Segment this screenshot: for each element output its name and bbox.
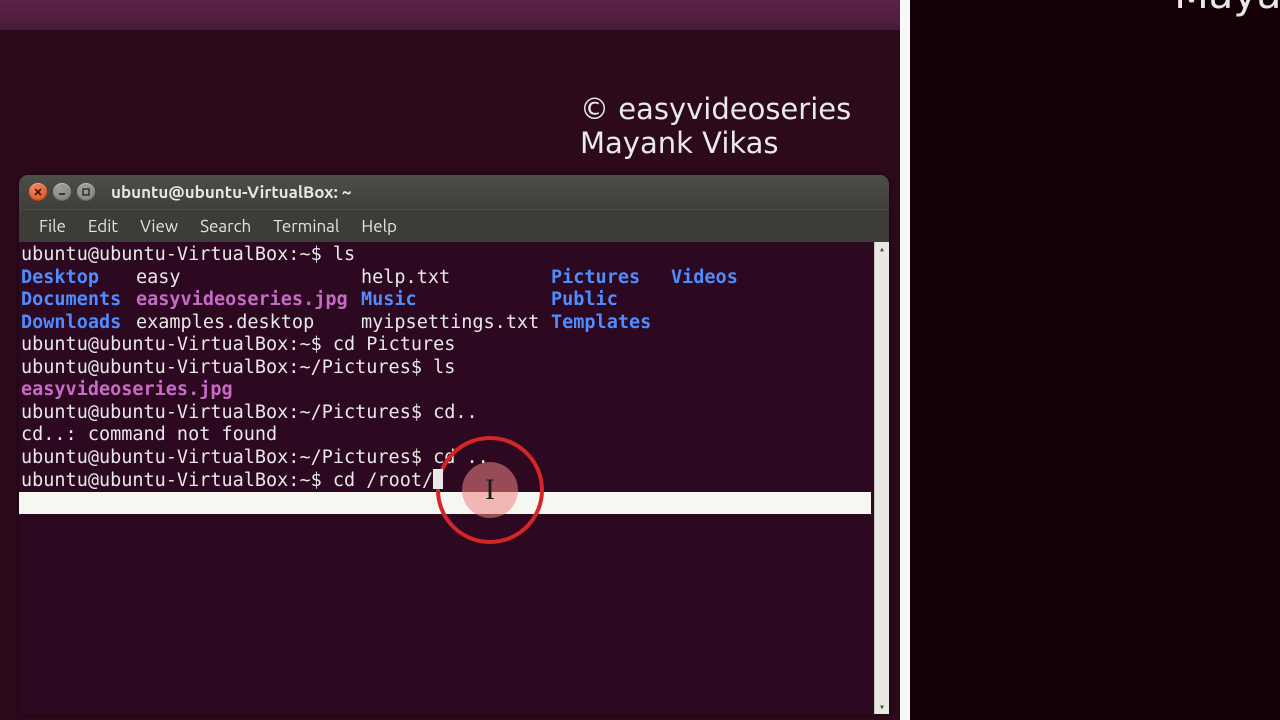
terminal-body[interactable]: ubuntu@ubuntu-VirtualBox:~$ lsDesktopeas… bbox=[19, 242, 874, 714]
terminal-line: ubuntu@ubuntu-VirtualBox:~/Pictures$ cd.… bbox=[21, 402, 872, 425]
terminal-text: Public bbox=[551, 289, 618, 310]
ls-cell: Templates bbox=[551, 312, 671, 335]
terminal-text: ls bbox=[433, 357, 455, 378]
ls-cell: Downloads bbox=[21, 312, 136, 335]
menu-edit[interactable]: Edit bbox=[78, 214, 128, 239]
terminal-text: Pictures bbox=[551, 267, 640, 288]
close-icon[interactable] bbox=[29, 183, 47, 201]
maximize-icon[interactable] bbox=[77, 183, 95, 201]
terminal-text: ubuntu@ubuntu-VirtualBox:~$ bbox=[21, 470, 333, 491]
selection-highlight bbox=[19, 492, 871, 514]
terminal-text: Downloads bbox=[21, 312, 121, 333]
terminal-text: ls bbox=[333, 244, 355, 265]
right-overflow-text: Mayank V bbox=[1174, 0, 1280, 18]
top-accent-bar bbox=[0, 0, 900, 30]
terminal-line: Downloads examples.desktop myipsettings.tx… bbox=[21, 312, 872, 335]
titlebar[interactable]: ubuntu@ubuntu-VirtualBox: ~ bbox=[19, 175, 889, 209]
terminal-line: Documents easyvideoseries.jpg Music Public bbox=[21, 289, 872, 312]
terminal-line: cd..: command not found bbox=[21, 424, 872, 447]
terminal-text: ubuntu@ubuntu-VirtualBox:~$ bbox=[21, 334, 333, 355]
desktop-background: Mayank V © easyvideoseries Mayank Vikas … bbox=[0, 0, 1280, 720]
terminal-text: easyvideoseries.jpg bbox=[21, 379, 233, 400]
ls-cell: Documents bbox=[21, 289, 136, 312]
menu-terminal[interactable]: Terminal bbox=[263, 214, 349, 239]
terminal-text: cd /root/ bbox=[333, 470, 433, 491]
terminal-line: Desktop easy help.txt Pictures Videos bbox=[21, 267, 872, 290]
scrollbar[interactable]: ▴ ▾ bbox=[874, 242, 889, 714]
menu-file[interactable]: File bbox=[29, 214, 76, 239]
terminal-text: cd.. bbox=[433, 402, 478, 423]
menu-help[interactable]: Help bbox=[351, 214, 407, 239]
terminal-text: easyvideoseries.jpg bbox=[136, 289, 348, 310]
terminal-line: ubuntu@ubuntu-VirtualBox:~$ cd Pictures bbox=[21, 334, 872, 357]
terminal-text: help.txt bbox=[361, 267, 450, 288]
terminal-text: Documents bbox=[21, 289, 121, 310]
credit-line-1: © easyvideoseries bbox=[580, 92, 851, 126]
ls-cell: help.txt bbox=[361, 267, 551, 290]
ls-cell: Pictures bbox=[551, 267, 671, 290]
terminal-line: ubuntu@ubuntu-VirtualBox:~/Pictures$ cd … bbox=[21, 447, 872, 470]
terminal-text: Desktop bbox=[21, 267, 99, 288]
terminal-text: ubuntu@ubuntu-VirtualBox:~$ bbox=[21, 244, 333, 265]
right-panel: Mayank V bbox=[900, 0, 1280, 720]
terminal-text: Videos bbox=[671, 267, 738, 288]
terminal-text: ubuntu@ubuntu-VirtualBox:~/Pictures$ bbox=[21, 447, 433, 468]
window-title: ubuntu@ubuntu-VirtualBox: ~ bbox=[111, 183, 351, 202]
terminal-text: ubuntu@ubuntu-VirtualBox:~/Pictures$ bbox=[21, 402, 433, 423]
ls-cell: easyvideoseries.jpg bbox=[136, 289, 361, 312]
terminal-window[interactable]: ubuntu@ubuntu-VirtualBox: ~ File Edit Vi… bbox=[19, 175, 889, 714]
menubar[interactable]: File Edit View Search Terminal Help bbox=[19, 209, 889, 242]
watermark-credit: © easyvideoseries Mayank Vikas bbox=[580, 92, 851, 160]
terminal-text: cd..: command not found bbox=[21, 424, 277, 445]
menu-view[interactable]: View bbox=[130, 214, 188, 239]
terminal-text: easy bbox=[136, 267, 181, 288]
minimize-icon[interactable] bbox=[53, 183, 71, 201]
ls-cell: Public bbox=[551, 289, 671, 312]
ls-cell: examples.desktop bbox=[136, 312, 361, 335]
scroll-up-icon[interactable]: ▴ bbox=[875, 242, 889, 256]
ls-cell: Desktop bbox=[21, 267, 136, 290]
credit-line-2: Mayank Vikas bbox=[580, 126, 851, 160]
terminal-line: easyvideoseries.jpg bbox=[21, 379, 872, 402]
terminal-text: examples.desktop bbox=[136, 312, 314, 333]
terminal-text: Templates bbox=[551, 312, 651, 333]
terminal-line: ubuntu@ubuntu-VirtualBox:~$ ls bbox=[21, 244, 872, 267]
menu-search[interactable]: Search bbox=[190, 214, 261, 239]
terminal-text: ubuntu@ubuntu-VirtualBox:~/Pictures$ bbox=[21, 357, 433, 378]
ls-cell: Music bbox=[361, 289, 551, 312]
terminal-text: Music bbox=[361, 289, 417, 310]
scroll-down-icon[interactable]: ▾ bbox=[875, 700, 889, 714]
ls-cell: Videos bbox=[671, 267, 738, 290]
terminal-text: myipsettings.txt bbox=[361, 312, 539, 333]
terminal-text: cd Pictures bbox=[333, 334, 456, 355]
ls-cell: easy bbox=[136, 267, 361, 290]
terminal-line: ubuntu@ubuntu-VirtualBox:~/Pictures$ ls bbox=[21, 357, 872, 380]
ls-cell: myipsettings.txt bbox=[361, 312, 551, 335]
terminal-line: ubuntu@ubuntu-VirtualBox:~$ cd /root/ bbox=[21, 469, 872, 493]
terminal-text: cd .. bbox=[433, 447, 489, 468]
terminal-caret bbox=[433, 469, 443, 489]
